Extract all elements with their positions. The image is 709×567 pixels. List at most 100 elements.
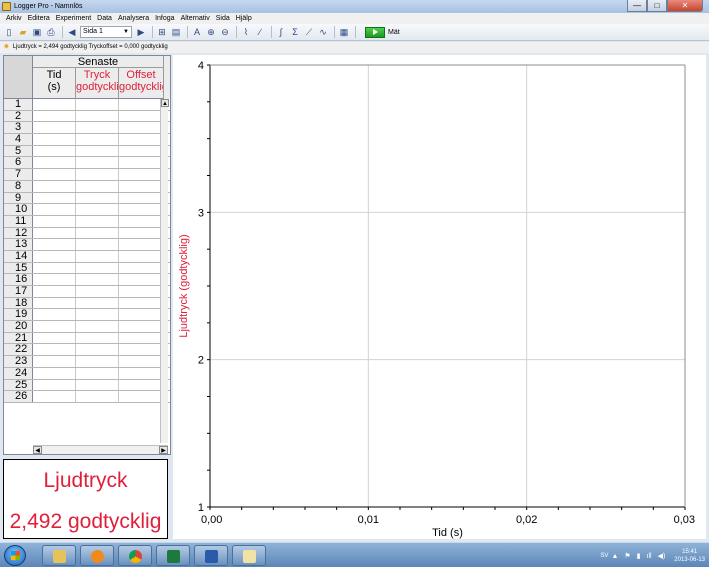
maximize-button[interactable]: □ (647, 0, 667, 12)
table-cell-time[interactable] (33, 99, 76, 110)
horizontal-scrollbar[interactable]: ◀ ▶ (33, 445, 168, 454)
table-row[interactable]: 25 (4, 379, 170, 392)
table-row[interactable]: 13 (4, 239, 170, 251)
new-file-icon[interactable]: ▯ (3, 26, 15, 38)
table-cell-pressure[interactable] (76, 250, 119, 262)
table-cell-offset[interactable] (119, 356, 164, 367)
table-cell-time[interactable] (33, 321, 76, 332)
table-row[interactable]: 12 (4, 227, 170, 240)
minimize-button[interactable]: — (627, 0, 647, 12)
table-cell-pressure[interactable] (76, 262, 119, 274)
menu-hjalp[interactable]: Hjälp (233, 13, 255, 24)
table-cell-time[interactable] (33, 309, 76, 321)
table-cell-offset[interactable] (119, 145, 164, 157)
table-row[interactable]: 18 (4, 297, 170, 310)
dataset-name[interactable]: Senaste (33, 56, 164, 68)
table-cell-offset[interactable] (119, 379, 164, 391)
table-cell-offset[interactable] (119, 286, 164, 297)
table-row[interactable]: 6 (4, 157, 170, 170)
table-cell-offset[interactable] (119, 321, 164, 332)
menu-data[interactable]: Data (94, 13, 115, 24)
table-row[interactable]: 9 (4, 192, 170, 205)
table-cell-time[interactable] (33, 286, 76, 297)
network-icon[interactable]: ▮ (637, 552, 641, 560)
table-cell-time[interactable] (33, 297, 76, 309)
taskbar-media-player[interactable] (80, 545, 114, 566)
table-cell-offset[interactable] (119, 391, 164, 402)
column-header-pressure[interactable]: Tryck godtycklig (76, 68, 119, 99)
table-row[interactable]: 1 (4, 99, 170, 111)
table-cell-pressure[interactable] (76, 332, 119, 344)
open-folder-icon[interactable]: ▰ (17, 26, 29, 38)
forward-page-icon[interactable]: ▶ (135, 26, 147, 38)
language-indicator[interactable]: SV (600, 553, 608, 559)
collect-button[interactable]: Mät (365, 26, 400, 38)
table-cell-offset[interactable] (119, 367, 164, 379)
table-cell-pressure[interactable] (76, 99, 119, 110)
table-cell-offset[interactable] (119, 110, 164, 122)
taskbar-excel[interactable] (156, 545, 190, 566)
table-cell-time[interactable] (33, 110, 76, 122)
table-cell-offset[interactable] (119, 309, 164, 321)
table-row[interactable]: 23 (4, 356, 170, 368)
table-row[interactable]: 24 (4, 367, 170, 380)
table-cell-pressure[interactable] (76, 367, 119, 379)
table-cell-pressure[interactable] (76, 309, 119, 321)
table-cell-offset[interactable] (119, 274, 164, 285)
table-cell-pressure[interactable] (76, 122, 119, 134)
taskbar-chrome[interactable] (118, 545, 152, 566)
table-cell-offset[interactable] (119, 297, 164, 309)
graph[interactable]: 1 2 3 4 0,00 0,01 0,02 0,03 Tid (s) Ljudtryck (go… (173, 55, 706, 539)
table-cell-pressure[interactable] (76, 274, 119, 285)
table-cell-time[interactable] (33, 367, 76, 379)
table-cell-time[interactable] (33, 274, 76, 285)
table-cell-pressure[interactable] (76, 344, 119, 356)
menu-infoga[interactable]: Infoga (152, 13, 177, 24)
menu-editera[interactable]: Editera (25, 13, 53, 24)
menu-arkiv[interactable]: Arkiv (3, 13, 25, 24)
table-cell-offset[interactable] (119, 134, 164, 145)
menu-sida[interactable]: Sida (213, 13, 233, 24)
table-cell-pressure[interactable] (76, 145, 119, 157)
taskbar-word[interactable] (194, 545, 228, 566)
table-cell-offset[interactable] (119, 192, 164, 204)
table-cell-offset[interactable] (119, 332, 164, 344)
start-button[interactable] (4, 545, 26, 566)
back-page-icon[interactable]: ◀ (66, 26, 78, 38)
table-row[interactable]: 4 (4, 134, 170, 146)
table-cell-time[interactable] (33, 379, 76, 391)
table-cell-time[interactable] (33, 239, 76, 250)
table-cell-offset[interactable] (119, 239, 164, 250)
table-cell-pressure[interactable] (76, 227, 119, 239)
table-cell-offset[interactable] (119, 157, 164, 169)
table-row[interactable]: 5 (4, 145, 170, 158)
table-cell-offset[interactable] (119, 204, 164, 215)
page-select[interactable]: Sida 1 ▼ (80, 26, 132, 38)
clock[interactable]: 15:41 2013-06-13 (674, 548, 705, 564)
volume-icon[interactable]: ◀) (658, 552, 666, 560)
close-button[interactable]: ✕ (667, 0, 703, 12)
table-cell-offset[interactable] (119, 99, 164, 110)
table-cell-pressure[interactable] (76, 110, 119, 122)
table-row[interactable]: 14 (4, 251, 170, 263)
table-cell-offset[interactable] (119, 262, 164, 274)
table-cell-time[interactable] (33, 262, 76, 274)
scroll-up-icon[interactable]: ▲ (161, 99, 169, 107)
table-cell-offset[interactable] (119, 180, 164, 192)
print-icon[interactable]: ⎙ (45, 26, 57, 38)
table-cell-offset[interactable] (119, 227, 164, 239)
table-cell-pressure[interactable] (76, 379, 119, 391)
tangent-icon[interactable]: ∕ (254, 26, 266, 38)
column-header-offset[interactable]: Offset godtycklig (119, 68, 164, 99)
taskbar-logger-pro[interactable] (232, 545, 266, 566)
taskbar-explorer[interactable] (42, 545, 76, 566)
table-row[interactable]: 2 (4, 110, 170, 123)
menu-experiment[interactable]: Experiment (53, 13, 94, 24)
zoom-in-icon[interactable]: ⊕ (205, 26, 217, 38)
curve-fit-icon[interactable]: ∿ (317, 26, 329, 38)
table-cell-offset[interactable] (119, 215, 164, 227)
scroll-right-icon[interactable]: ▶ (159, 446, 168, 454)
table-cell-time[interactable] (33, 180, 76, 192)
linear-fit-icon[interactable]: ⟋ (303, 26, 315, 38)
data-browser-icon[interactable]: ⊞ (156, 26, 168, 38)
